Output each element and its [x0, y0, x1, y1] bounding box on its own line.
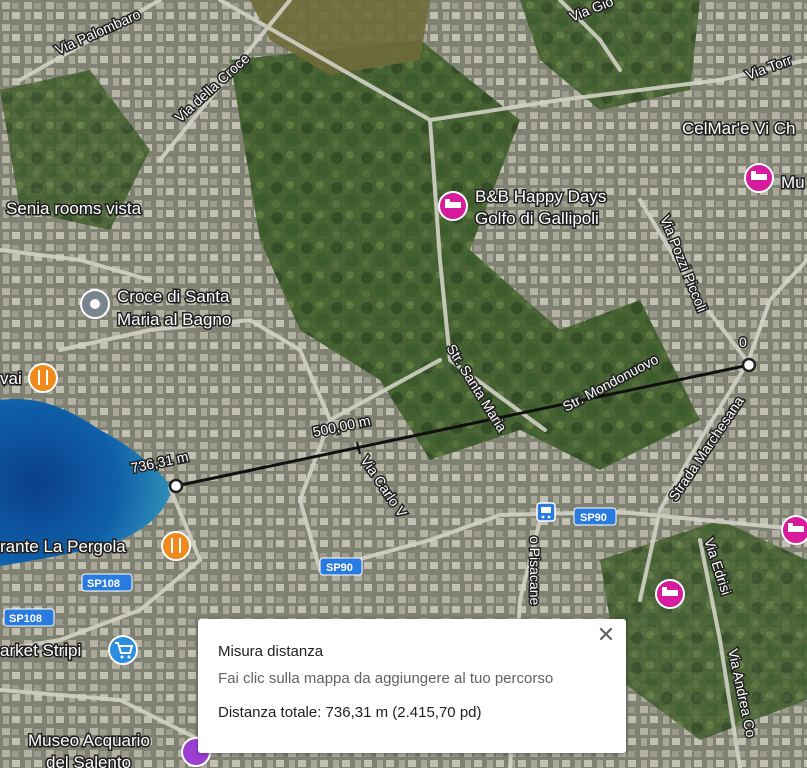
measure-distance-panel: Misura distanza Fai clic sulla mappa da …: [198, 619, 626, 753]
poi-label: Senia rooms vista: [6, 199, 142, 218]
svg-text:SP108: SP108: [87, 578, 120, 590]
panel-hint: Fai clic sulla mappa da aggiungere al tu…: [218, 670, 554, 687]
poi-lodging-pin[interactable]: [781, 515, 807, 545]
poi-label: arket Stripi: [0, 641, 81, 660]
poi-lodging-pin[interactable]: [655, 579, 685, 609]
poi-label: Maria al Bagno: [117, 310, 231, 329]
total-distance: Distanza totale: 736,31 m (2.415,70 pd): [218, 704, 482, 721]
road-badge-sp108: SP108: [3, 608, 55, 627]
road-badge-sp90: SP90: [319, 557, 363, 576]
poi-label: Museo Acquario: [28, 731, 150, 750]
svg-text:SP108: SP108: [9, 613, 42, 625]
bus-icon[interactable]: [536, 502, 556, 522]
street-label: o Pisacane: [527, 536, 543, 605]
close-icon[interactable]: ✕: [594, 623, 618, 647]
poi-market-stripi[interactable]: arket Stripi: [0, 635, 138, 665]
poi-label: rante La Pergola: [0, 537, 126, 556]
road-badge-sp90: SP90: [573, 507, 617, 526]
measure-start-label: 0: [739, 334, 747, 350]
poi-senia-rooms[interactable]: Senia rooms vista: [5, 198, 144, 220]
svg-text:SP90: SP90: [580, 512, 607, 524]
fork-knife-icon: [161, 531, 191, 561]
poi-label: vai: [0, 369, 22, 388]
measure-end-point[interactable]: [168, 478, 184, 494]
measure-start-point[interactable]: [741, 357, 757, 373]
svg-text:SP90: SP90: [326, 562, 353, 574]
poi-label: del Salento: [46, 753, 131, 768]
poi-label: Croce di Santa: [117, 287, 230, 306]
fork-knife-icon: [28, 363, 58, 393]
poi-celmare[interactable]: CelMar'e Vi Ch: [681, 118, 797, 140]
cart-icon: [108, 635, 138, 665]
road-badge-sp108: SP108: [81, 573, 133, 592]
panel-title: Misura distanza: [218, 643, 324, 660]
poi-label: CelMar'e Vi Ch: [682, 119, 795, 138]
poi-label: B&B Happy Days: [475, 187, 606, 206]
poi-label: Golfo di Gallipoli: [475, 209, 599, 228]
poi-label: Mu: [781, 173, 805, 192]
